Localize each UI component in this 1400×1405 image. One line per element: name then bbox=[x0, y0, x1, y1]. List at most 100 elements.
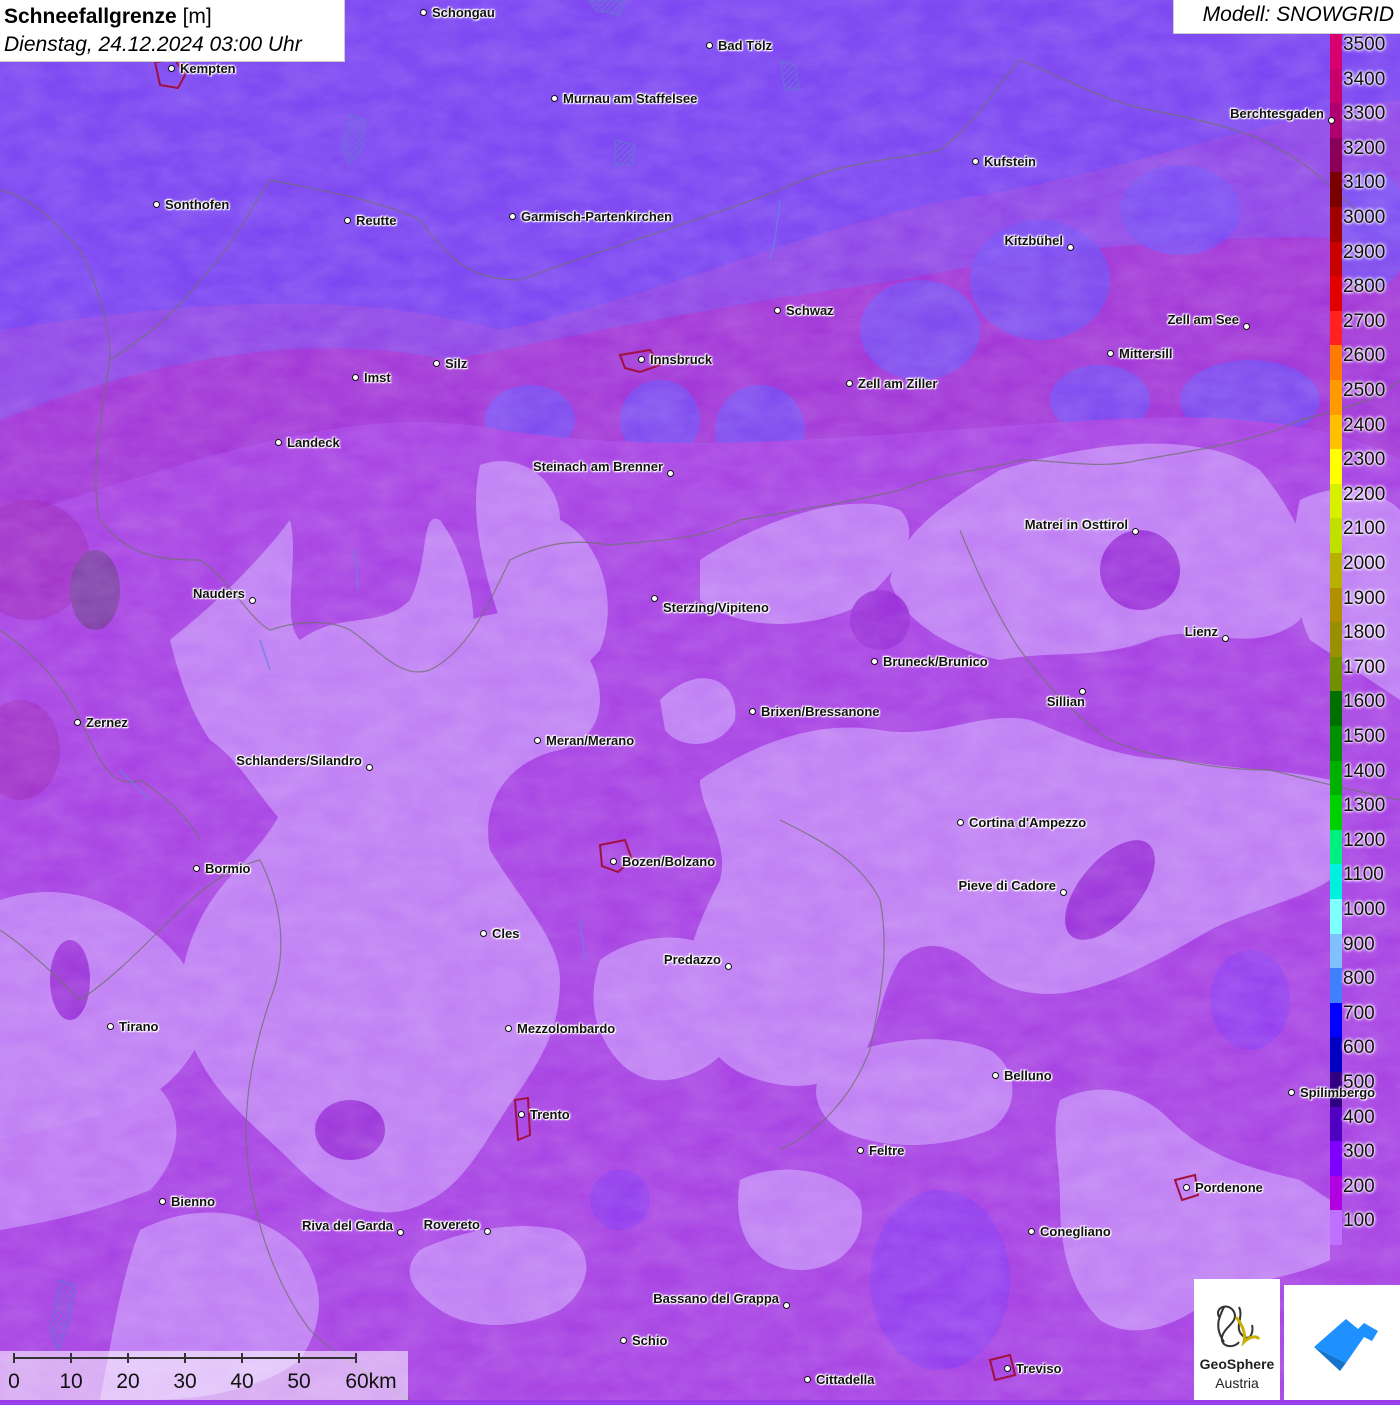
legend-label: 2000 bbox=[1343, 553, 1386, 574]
legend-label: 400 bbox=[1343, 1106, 1375, 1128]
city-label: Tirano bbox=[119, 1019, 159, 1034]
city-marker bbox=[1107, 350, 1114, 357]
legend-label: 3200 bbox=[1343, 137, 1386, 159]
city-label: Reutte bbox=[356, 213, 397, 228]
city-marker bbox=[366, 764, 373, 771]
city-label: Lienz bbox=[1184, 624, 1218, 639]
city-marker bbox=[957, 819, 964, 826]
legend-label: 1600 bbox=[1343, 691, 1386, 713]
city-label: Zell am Ziller bbox=[858, 376, 938, 391]
city-marker bbox=[667, 470, 674, 477]
legend-swatch bbox=[1330, 483, 1342, 519]
legend-label: 2800 bbox=[1343, 276, 1386, 298]
city-label: Mezzolombardo bbox=[517, 1021, 616, 1036]
city-label: Sterzing/Vipiteno bbox=[663, 600, 769, 615]
city-marker bbox=[352, 374, 359, 381]
legend-label: 1000 bbox=[1343, 899, 1386, 920]
city-label: Innsbruck bbox=[650, 352, 713, 367]
app-logo[interactable] bbox=[1284, 1285, 1400, 1400]
scale-tick-label: 0 bbox=[8, 1370, 20, 1393]
legend-swatch bbox=[1330, 241, 1342, 277]
legend-swatch bbox=[1330, 1175, 1342, 1211]
city-label: Predazzo bbox=[663, 952, 721, 967]
city-label: Pordenone bbox=[1195, 1180, 1263, 1195]
legend-swatch bbox=[1330, 449, 1342, 485]
app-logo-icon bbox=[1314, 1319, 1378, 1371]
city-label: Nauders bbox=[192, 586, 245, 601]
city-marker bbox=[1328, 117, 1335, 124]
legend-label: 2500 bbox=[1343, 380, 1386, 401]
city-label: Kufstein bbox=[984, 154, 1036, 169]
city-label: Sillian bbox=[1046, 694, 1085, 709]
legend-swatch bbox=[1330, 968, 1342, 1004]
city-label: Treviso bbox=[1016, 1361, 1062, 1376]
legend-swatch bbox=[1330, 1037, 1342, 1073]
city-label: Trento bbox=[530, 1107, 570, 1122]
legend-label: 3100 bbox=[1343, 172, 1386, 194]
legend-label: 2200 bbox=[1343, 483, 1386, 505]
city-marker bbox=[651, 595, 658, 602]
city-marker bbox=[551, 95, 558, 102]
city-label: Zernez bbox=[86, 715, 128, 730]
legend-swatch bbox=[1330, 68, 1342, 104]
city-label: Belluno bbox=[1004, 1068, 1052, 1083]
city-marker bbox=[846, 380, 853, 387]
city-label: Bruneck/Brunico bbox=[883, 654, 988, 669]
city-label: Bormio bbox=[205, 861, 251, 876]
legend-swatch bbox=[1330, 726, 1342, 762]
legend-swatch bbox=[1330, 622, 1342, 658]
city-label: Steinach am Brenner bbox=[532, 459, 663, 474]
city-marker bbox=[505, 1025, 512, 1032]
legend-swatch bbox=[1330, 518, 1342, 554]
city-marker bbox=[749, 708, 756, 715]
city-marker bbox=[193, 865, 200, 872]
city-label: Cittadella bbox=[816, 1372, 875, 1387]
city-label: Spilimbergo bbox=[1300, 1085, 1376, 1100]
legend-label: 1800 bbox=[1343, 622, 1386, 644]
city-label: Silz bbox=[445, 356, 468, 371]
city-label: Schio bbox=[632, 1333, 668, 1348]
legend-label: 800 bbox=[1343, 968, 1375, 990]
legend-label: 100 bbox=[1343, 1210, 1375, 1232]
city-label: Schwaz bbox=[786, 303, 834, 318]
city-marker bbox=[168, 65, 175, 72]
city-label: Bozen/Bolzano bbox=[622, 854, 716, 869]
city-label: Kempten bbox=[180, 61, 236, 76]
city-label: Garmisch-Partenkirchen bbox=[521, 209, 673, 224]
map-title-box: Schneefallgrenze [m] Dienstag, 24.12.202… bbox=[0, 0, 345, 62]
city-marker bbox=[1183, 1184, 1190, 1191]
legend-swatch bbox=[1330, 310, 1342, 346]
city-marker bbox=[509, 213, 516, 220]
city-label: Riva del Garda bbox=[301, 1218, 393, 1233]
legend-label: 200 bbox=[1343, 1175, 1375, 1197]
city-label: Berchtesgaden bbox=[1230, 106, 1324, 121]
city-marker bbox=[638, 356, 645, 363]
city-marker bbox=[871, 658, 878, 665]
legend-label: 900 bbox=[1343, 933, 1375, 955]
city-label: Murnau am Staffelsee bbox=[563, 91, 698, 106]
city-marker bbox=[107, 1023, 114, 1030]
city-label: Kitzbühel bbox=[1004, 233, 1064, 248]
legend-swatch bbox=[1330, 276, 1342, 312]
city-marker bbox=[1060, 889, 1067, 896]
city-marker bbox=[1004, 1365, 1011, 1372]
legend-label: 3300 bbox=[1343, 103, 1386, 125]
city-marker bbox=[1028, 1228, 1035, 1235]
city-label: Schlanders/Silandro bbox=[236, 753, 362, 768]
legend-label: 300 bbox=[1343, 1141, 1375, 1163]
legend-label: 2400 bbox=[1343, 414, 1386, 436]
city-marker bbox=[783, 1302, 790, 1309]
legend-swatch bbox=[1330, 137, 1342, 173]
city-marker bbox=[1243, 323, 1250, 330]
legend-swatch bbox=[1330, 34, 1342, 70]
legend-label: 2700 bbox=[1343, 310, 1386, 332]
city-marker bbox=[1288, 1089, 1295, 1096]
city-marker bbox=[1132, 528, 1139, 535]
legend-label: 3400 bbox=[1343, 68, 1386, 90]
city-marker bbox=[1222, 635, 1229, 642]
geosphere-logo-sub: Austria bbox=[1215, 1375, 1259, 1391]
parameter-name: Schneefallgrenze bbox=[4, 5, 177, 28]
city-label: Imst bbox=[364, 370, 391, 385]
legend-swatch bbox=[1330, 864, 1342, 900]
legend-label: 1100 bbox=[1343, 864, 1384, 886]
